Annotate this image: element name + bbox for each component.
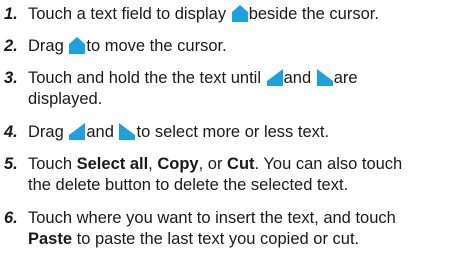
step-text: Drag <box>28 123 69 141</box>
step-text: Touch a text field to display <box>28 5 231 23</box>
selection-handle-right-icon <box>119 123 136 140</box>
step-text: the delete button to delete the selected… <box>28 176 349 194</box>
step-text: , or <box>198 155 228 173</box>
step-text: to paste the last text you copied or cut… <box>72 230 360 248</box>
step-text: and <box>283 69 316 87</box>
selection-handle-left-icon <box>69 123 86 140</box>
step-text: and <box>86 123 119 141</box>
step-number: 3. <box>4 69 18 87</box>
step-number: 1. <box>4 5 18 23</box>
step-text: Drag <box>28 37 69 55</box>
step-text: Touch where you want to insert the text,… <box>28 209 396 227</box>
step-text: Touch <box>28 155 77 173</box>
option-copy: Copy <box>157 155 199 173</box>
instructions-list: 1. Touch a text field to display beside … <box>0 0 451 253</box>
step-number: 6. <box>4 209 18 227</box>
selection-handle-right-icon <box>316 69 333 86</box>
step-text: . You can also touch <box>254 155 403 173</box>
step-text: Touch and hold the the text until <box>28 69 266 87</box>
cursor-handle-center-icon <box>231 5 248 22</box>
option-paste: Paste <box>28 230 73 248</box>
step-number: 5. <box>4 155 18 173</box>
step-number: 2. <box>4 37 18 55</box>
step-number: 4. <box>4 123 18 141</box>
cursor-handle-center-icon <box>69 37 86 54</box>
option-select-all: Select all <box>76 155 149 173</box>
selection-handle-left-icon <box>266 69 283 86</box>
step-text: are <box>333 69 358 87</box>
step-text: beside the cursor. <box>248 5 379 23</box>
step-text: to select more or less text. <box>136 123 330 141</box>
step-text: to move the cursor. <box>86 37 227 55</box>
step-text: displayed. <box>28 90 103 108</box>
step-text: , <box>148 155 158 173</box>
option-cut: Cut <box>227 155 255 173</box>
